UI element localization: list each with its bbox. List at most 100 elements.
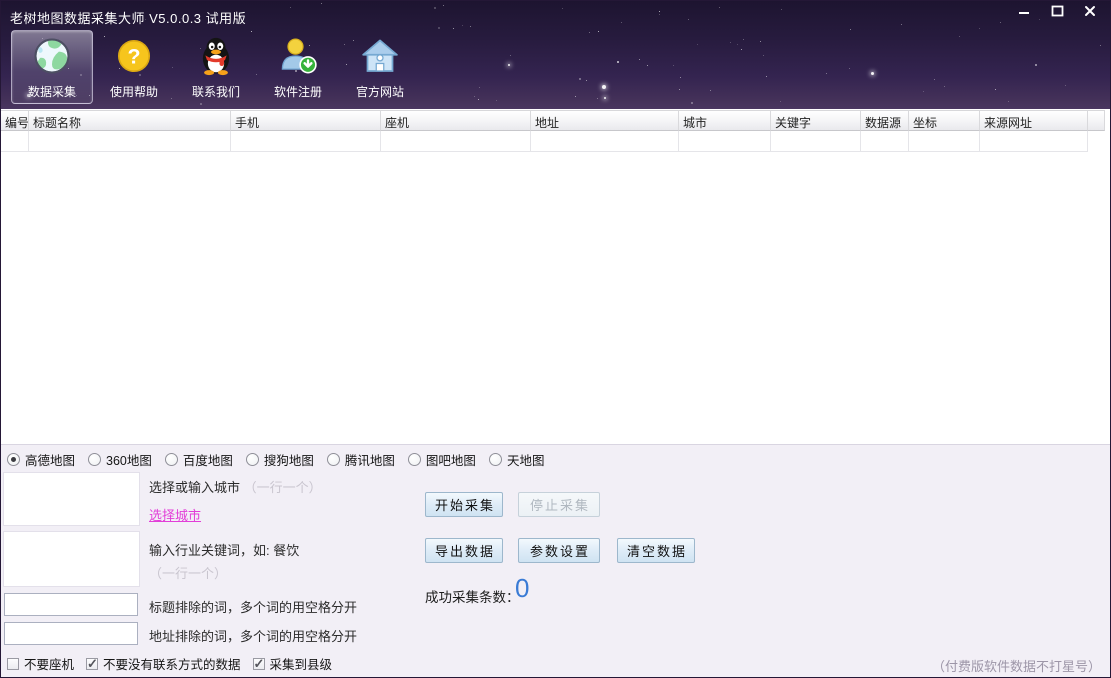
radio-button-icon[interactable] (88, 453, 101, 466)
star-decoration (1008, 101, 1009, 102)
param-settings-button[interactable]: 参数设置 (518, 538, 600, 563)
star-decoration (743, 39, 744, 40)
column-header[interactable]: 数据源 (861, 110, 909, 131)
toolbar-item-data-collect[interactable]: 数据采集 (11, 30, 93, 104)
toolbar-item-contact-us[interactable]: 联系我们 (175, 30, 257, 104)
column-header[interactable]: 标题名称 (29, 110, 231, 131)
start-collect-button[interactable]: 开始采集 (425, 492, 503, 517)
keywords-input-textarea[interactable] (3, 531, 140, 587)
toolbar-item-register[interactable]: 软件注册 (257, 30, 339, 104)
map-option-6[interactable]: 天地图 (489, 450, 545, 469)
map-option-5[interactable]: 图吧地图 (408, 450, 476, 469)
titlebar: 老树地图数据采集大师 V5.0.0.3 试用版 (1, 1, 1110, 29)
checkbox-icon[interactable] (86, 658, 98, 670)
radio-button-icon[interactable] (489, 453, 502, 466)
map-option-label: 百度地图 (183, 450, 233, 469)
toolbar-item-label: 软件注册 (274, 83, 322, 100)
radio-button-icon[interactable] (246, 453, 259, 466)
stop-collect-button[interactable]: 停止采集 (518, 492, 600, 517)
table-empty-row (1, 131, 1088, 152)
star-decoration (766, 76, 767, 77)
star-decoration (496, 100, 497, 101)
toolbar-item-label: 联系我们 (192, 83, 240, 100)
toolbar-item-label: 使用帮助 (110, 83, 158, 100)
column-header[interactable]: 座机 (381, 110, 531, 131)
svg-text:?: ? (127, 45, 140, 69)
address-exclude-label: 地址排除的词，多个词的用空格分开 (149, 626, 357, 645)
star-decoration (673, 65, 674, 66)
option-checkbox-label: 采集到县级 (270, 654, 333, 673)
toolbar-item-label: 官方网站 (356, 83, 404, 100)
checkbox-icon[interactable] (253, 658, 265, 670)
star-decoration (923, 91, 924, 92)
star-decoration (575, 96, 576, 97)
home-icon (359, 35, 401, 77)
radio-button-icon[interactable] (327, 453, 340, 466)
empty-cell (980, 131, 1088, 152)
column-header[interactable]: 坐标 (909, 110, 980, 131)
column-header[interactable]: 城市 (679, 110, 771, 131)
map-option-label: 腾讯地图 (345, 450, 395, 469)
star-decoration (597, 98, 598, 99)
address-exclude-input[interactable] (4, 622, 138, 645)
star-decoration (849, 68, 850, 69)
star-decoration (934, 79, 935, 80)
window-title: 老树地图数据采集大师 V5.0.0.3 试用版 (10, 8, 246, 27)
results-table: 编号标题名称手机座机地址城市关键字数据源坐标来源网址 (1, 109, 1110, 444)
table-header-row: 编号标题名称手机座机地址城市关键字数据源坐标来源网址 (1, 110, 1110, 131)
star-decoration (760, 41, 761, 42)
option-checkbox-0[interactable]: 不要座机 (7, 654, 74, 673)
empty-cell (679, 131, 771, 152)
star-decoration (691, 102, 693, 104)
checkbox-icon[interactable] (7, 658, 19, 670)
bright-star-decoration (604, 97, 606, 99)
star-decoration (1065, 85, 1066, 86)
city-label-text: 选择或输入城市 (149, 480, 240, 495)
map-option-2[interactable]: 百度地图 (165, 450, 233, 469)
select-city-link[interactable]: 选择城市 (149, 505, 201, 524)
bright-star-decoration (871, 72, 874, 75)
maximize-button[interactable] (1045, 4, 1069, 22)
minimize-icon (1018, 4, 1030, 22)
radio-button-icon[interactable] (165, 453, 178, 466)
map-option-0[interactable]: 高德地图 (7, 450, 75, 469)
toolbar-item-label: 数据采集 (28, 83, 76, 100)
toolbar-item-help[interactable]: ? 使用帮助 (93, 30, 175, 104)
star-decoration (710, 90, 711, 91)
map-option-4[interactable]: 腾讯地图 (327, 450, 395, 469)
star-decoration (589, 32, 590, 33)
export-data-button[interactable]: 导出数据 (425, 538, 503, 563)
minimize-button[interactable] (1012, 4, 1036, 22)
column-header[interactable]: 地址 (531, 110, 679, 131)
toolbar-item-website[interactable]: 官方网站 (339, 30, 421, 104)
app-window: 老树地图数据采集大师 V5.0.0.3 试用版 数据采集? 使用帮助 联系我们 软件注… (0, 0, 1111, 678)
star-decoration (639, 59, 640, 60)
options-checkbox-group: 不要座机不要没有联系方式的数据 采集到县级 (7, 654, 332, 673)
column-header[interactable]: 来源网址 (980, 110, 1088, 131)
star-decoration (697, 44, 698, 45)
radio-button-icon[interactable] (408, 453, 421, 466)
control-panel: 高德地图360地图百度地图搜狗地图腾讯地图图吧地图天地图 选择或输入城市 （一行… (1, 444, 1110, 677)
map-option-label: 360地图 (106, 450, 152, 469)
city-input-textarea[interactable] (3, 472, 140, 526)
map-option-1[interactable]: 360地图 (88, 450, 152, 469)
empty-cell (1, 131, 29, 152)
column-header[interactable]: 关键字 (771, 110, 861, 131)
map-option-3[interactable]: 搜狗地图 (246, 450, 314, 469)
star-decoration (944, 86, 945, 87)
success-count-value: 0 (515, 573, 529, 604)
register-icon (277, 35, 319, 77)
globe-icon (31, 35, 73, 77)
title-exclude-input[interactable] (4, 593, 138, 616)
option-checkbox-2[interactable]: 采集到县级 (253, 654, 333, 673)
star-decoration (730, 42, 731, 43)
map-option-label: 搜狗地图 (264, 450, 314, 469)
radio-button-icon[interactable] (7, 453, 20, 466)
close-button[interactable] (1078, 4, 1102, 22)
star-decoration (737, 44, 738, 45)
clear-data-button[interactable]: 清空数据 (617, 538, 695, 563)
column-header[interactable]: 手机 (231, 110, 381, 131)
star-decoration (647, 65, 648, 66)
column-header[interactable]: 编号 (1, 110, 29, 131)
option-checkbox-1[interactable]: 不要没有联系方式的数据 (86, 654, 241, 673)
